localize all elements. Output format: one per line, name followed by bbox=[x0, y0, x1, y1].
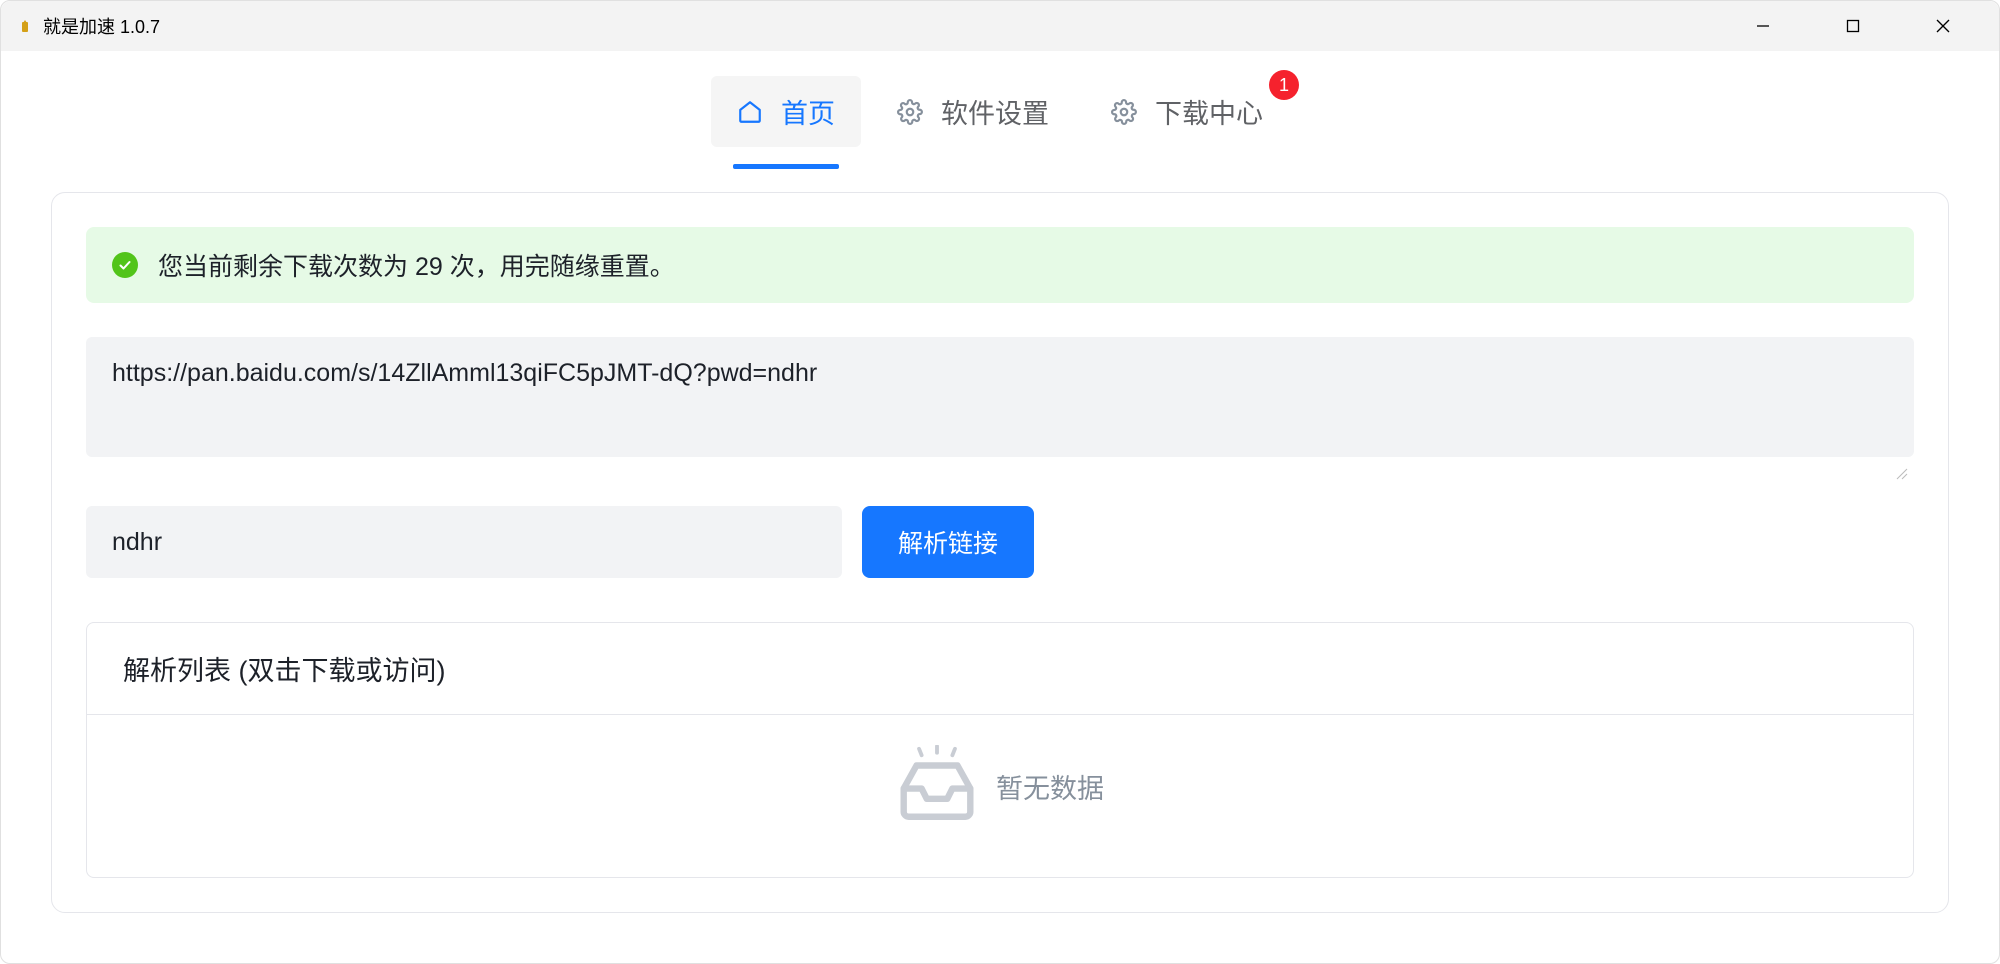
url-input[interactable] bbox=[86, 337, 1914, 457]
parse-list: 解析列表 (双击下载或访问) 暂无数据 bbox=[86, 622, 1914, 878]
content-area: 您当前剩余下载次数为 29 次，用完随缘重置。 解析链接 解析列表 (双击下载或… bbox=[1, 147, 1999, 963]
gear-icon bbox=[897, 99, 923, 125]
window-title: 就是加速 1.0.7 bbox=[43, 13, 160, 39]
home-icon bbox=[737, 99, 763, 125]
close-button[interactable] bbox=[1913, 6, 1973, 46]
empty-text: 暂无数据 bbox=[996, 767, 1104, 806]
tab-downloads[interactable]: 下载中心 1 bbox=[1085, 76, 1289, 147]
minimize-button[interactable] bbox=[1733, 6, 1793, 46]
quota-alert: 您当前剩余下载次数为 29 次，用完随缘重置。 bbox=[86, 227, 1914, 303]
tab-downloads-label: 下载中心 bbox=[1155, 92, 1263, 131]
window-controls bbox=[1733, 6, 1983, 46]
parse-list-header: 解析列表 (双击下载或访问) bbox=[87, 623, 1913, 715]
app-icon bbox=[17, 18, 33, 34]
tab-settings-label: 软件设置 bbox=[941, 92, 1049, 131]
alert-text: 您当前剩余下载次数为 29 次，用完随缘重置。 bbox=[158, 247, 675, 283]
tab-home-label: 首页 bbox=[781, 92, 835, 131]
main-card: 您当前剩余下载次数为 29 次，用完随缘重置。 解析链接 解析列表 (双击下载或… bbox=[51, 192, 1949, 913]
tab-settings[interactable]: 软件设置 bbox=[871, 76, 1075, 147]
resize-handle-icon bbox=[1894, 466, 1908, 480]
password-input[interactable] bbox=[86, 506, 842, 578]
maximize-button[interactable] bbox=[1823, 6, 1883, 46]
app-window: 就是加速 1.0.7 首页 bbox=[0, 0, 2000, 964]
empty-inbox-icon bbox=[896, 745, 978, 827]
tab-bar: 首页 软件设置 下载中心 1 bbox=[1, 51, 1999, 147]
downloads-badge: 1 bbox=[1269, 70, 1299, 100]
parse-list-body: 暂无数据 bbox=[87, 715, 1913, 877]
parse-button[interactable]: 解析链接 bbox=[862, 506, 1034, 578]
gear-icon bbox=[1111, 99, 1137, 125]
check-circle-icon bbox=[112, 252, 138, 278]
titlebar: 就是加速 1.0.7 bbox=[1, 1, 1999, 51]
tab-home[interactable]: 首页 bbox=[711, 76, 861, 147]
